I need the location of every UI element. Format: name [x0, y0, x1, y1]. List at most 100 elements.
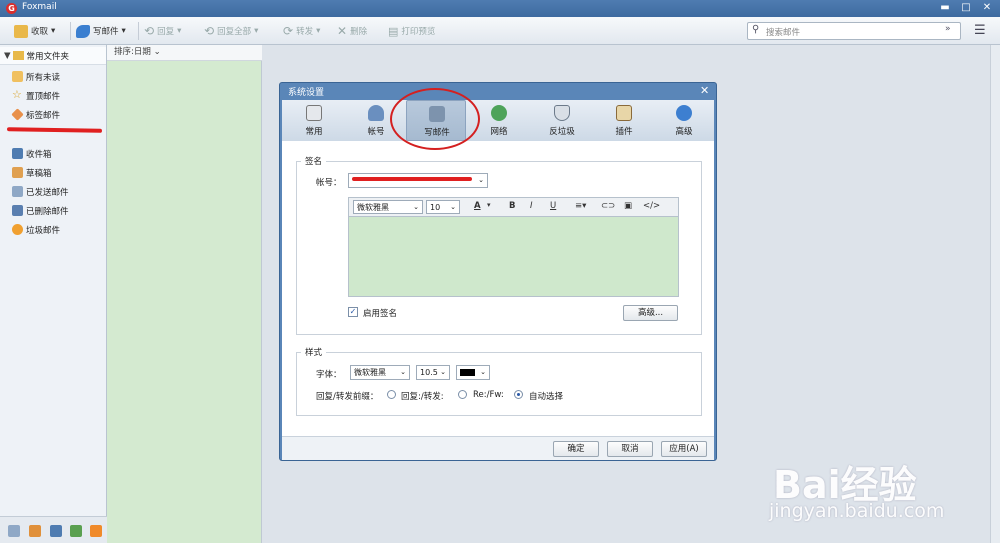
sort-selector[interactable]: 排序:日期 ⌄	[107, 45, 262, 61]
dialog-title: 系统设置	[288, 88, 325, 98]
sidebar-item-drafts[interactable]: 草稿箱	[0, 163, 106, 182]
prefix-radio-auto[interactable]	[514, 390, 523, 399]
menu-list-icon[interactable]: ☰	[974, 23, 986, 38]
font-select[interactable]: 微软雅黑 ⌄	[353, 200, 423, 214]
prefix-radio-chinese[interactable]	[387, 390, 396, 399]
tab-label: 常用	[305, 127, 323, 137]
reply-arrow-icon: ⟲	[144, 24, 155, 38]
sidebar-item-sent[interactable]: 已发送邮件	[0, 182, 106, 201]
star-icon: ☆	[12, 88, 22, 101]
bold-icon[interactable]: B	[509, 201, 515, 211]
ok-button[interactable]: 确定	[553, 441, 599, 457]
forward-button[interactable]: ⟳ 转发 ▾	[283, 23, 320, 39]
prefix-option-english-label: Re:/Fw:	[473, 390, 504, 400]
align-icon[interactable]: ≡▾	[575, 201, 586, 211]
search-input[interactable]: ⚲ 搜索邮件 »	[747, 22, 961, 40]
signature-editor[interactable]	[348, 217, 679, 297]
sidebar-item-inbox[interactable]: 收件箱	[0, 144, 106, 163]
print-preview-label: 打印预览	[401, 27, 436, 37]
dialog-close-icon[interactable]: ✕	[700, 84, 709, 97]
tab-plugins[interactable]: 插件	[594, 100, 654, 141]
tab-label: 高级	[675, 127, 693, 137]
chevron-down-icon: ▾	[254, 26, 259, 36]
junk-icon	[12, 224, 23, 235]
tab-general[interactable]: 常用	[284, 100, 344, 141]
sidebar-item-unread[interactable]: 所有未读	[0, 67, 106, 86]
chevron-down-icon: ⌄	[478, 176, 484, 184]
print-preview-button[interactable]: ▤ 打印预览	[388, 23, 435, 39]
sidebar-item-label: 所有未读	[26, 72, 61, 83]
sidebar-item-tagged[interactable]: 标签邮件	[0, 105, 106, 124]
font-color-icon[interactable]: A	[474, 201, 481, 211]
signature-legend: 签名	[305, 157, 323, 167]
toolbar-divider	[70, 22, 71, 40]
account-icon	[368, 105, 384, 121]
expand-triangle-icon: ▼	[4, 50, 11, 61]
chevron-down-icon[interactable]: ▾	[487, 201, 491, 209]
search-icon: ⚲	[752, 24, 760, 35]
prefix-radio-english[interactable]	[458, 390, 467, 399]
compose-button[interactable]: 写邮件 ▾	[76, 23, 126, 39]
advanced-gear-icon	[676, 105, 692, 121]
style-legend: 样式	[305, 348, 323, 358]
notes-icon[interactable]	[70, 525, 82, 537]
chevron-down-icon: ⌄	[450, 203, 456, 211]
forward-arrow-icon: ⟳	[283, 24, 294, 38]
contacts-icon[interactable]	[29, 525, 41, 537]
color-swatch	[460, 369, 475, 376]
enable-signature-label: 启用签名	[363, 309, 398, 319]
sidebar-item-pinned[interactable]: ☆ 置顶邮件	[0, 86, 106, 105]
tab-antispam[interactable]: 反垃圾	[532, 100, 592, 141]
sidebar-bottom-bar	[0, 516, 107, 543]
rss-icon[interactable]	[90, 525, 102, 537]
apply-button[interactable]: 应用(A)	[661, 441, 707, 457]
sidebar-item-deleted[interactable]: 已删除邮件	[0, 201, 106, 220]
maximize-button[interactable]: □	[958, 1, 974, 15]
reply-all-button[interactable]: ⟲ 回复全部 ▾	[204, 23, 258, 39]
enable-signature-checkbox[interactable]: ✓	[348, 307, 358, 317]
tab-advanced[interactable]: 高级	[654, 100, 714, 141]
receive-label: 收取	[31, 27, 49, 37]
antispam-shield-icon	[554, 105, 570, 121]
advanced-signature-button[interactable]: 高级...	[623, 305, 678, 321]
receive-button[interactable]: 收取 ▾	[14, 23, 55, 39]
size-value: 10	[430, 203, 441, 212]
network-globe-icon	[491, 105, 507, 121]
font-color-select[interactable]: ⌄	[456, 365, 490, 380]
image-icon[interactable]: ▣	[624, 201, 632, 211]
underline-icon[interactable]: U	[550, 201, 556, 211]
style-font-select[interactable]: 微软雅黑 ⌄	[350, 365, 410, 380]
settings-tab-bar: 常用 帐号 写邮件 网络 反垃圾 插件 高级	[282, 100, 714, 141]
font-value: 微软雅黑	[357, 203, 389, 212]
sidebar-item-label: 置顶邮件	[26, 91, 61, 102]
minimize-button[interactable]: ▬	[937, 1, 953, 15]
calendar-icon[interactable]	[50, 525, 62, 537]
cancel-button[interactable]: 取消	[607, 441, 653, 457]
favorites-folder-header[interactable]: ▼ 常用文件夹	[0, 47, 106, 65]
size-select[interactable]: 10 ⌄	[426, 200, 460, 214]
style-font-value: 微软雅黑	[354, 368, 386, 377]
mail-view-icon[interactable]	[8, 525, 20, 537]
style-size-value: 10.5	[420, 368, 438, 377]
title-bar: G Foxmail ▬ □ ✕	[0, 0, 1000, 17]
sidebar-item-junk[interactable]: 垃圾邮件	[0, 220, 106, 239]
chevron-down-icon: ⌄	[413, 203, 419, 211]
chevron-down-icon: ▾	[316, 26, 321, 36]
reply-button[interactable]: ⟲ 回复 ▾	[144, 23, 181, 39]
favorites-label: 常用文件夹	[26, 51, 70, 62]
chevron-down-icon: ▾	[51, 26, 56, 36]
trash-icon	[12, 205, 23, 216]
delete-button[interactable]: ✕ 删除	[337, 23, 367, 39]
reply-label: 回复	[157, 27, 175, 37]
close-window-button[interactable]: ✕	[979, 1, 995, 15]
delete-x-icon: ✕	[337, 24, 348, 38]
account-label: 帐号：	[316, 178, 342, 188]
link-icon[interactable]: ⊂⊃	[601, 201, 615, 211]
html-source-icon[interactable]: </>	[643, 201, 660, 211]
reply-all-icon: ⟲	[204, 24, 215, 38]
italic-icon[interactable]: I	[530, 201, 533, 211]
search-options-chevron-icon[interactable]: »	[945, 24, 951, 34]
chevron-down-icon: ▾	[121, 26, 126, 36]
prefix-option-auto-label: 自动选择	[529, 392, 564, 402]
style-size-select[interactable]: 10.5 ⌄	[416, 365, 450, 380]
